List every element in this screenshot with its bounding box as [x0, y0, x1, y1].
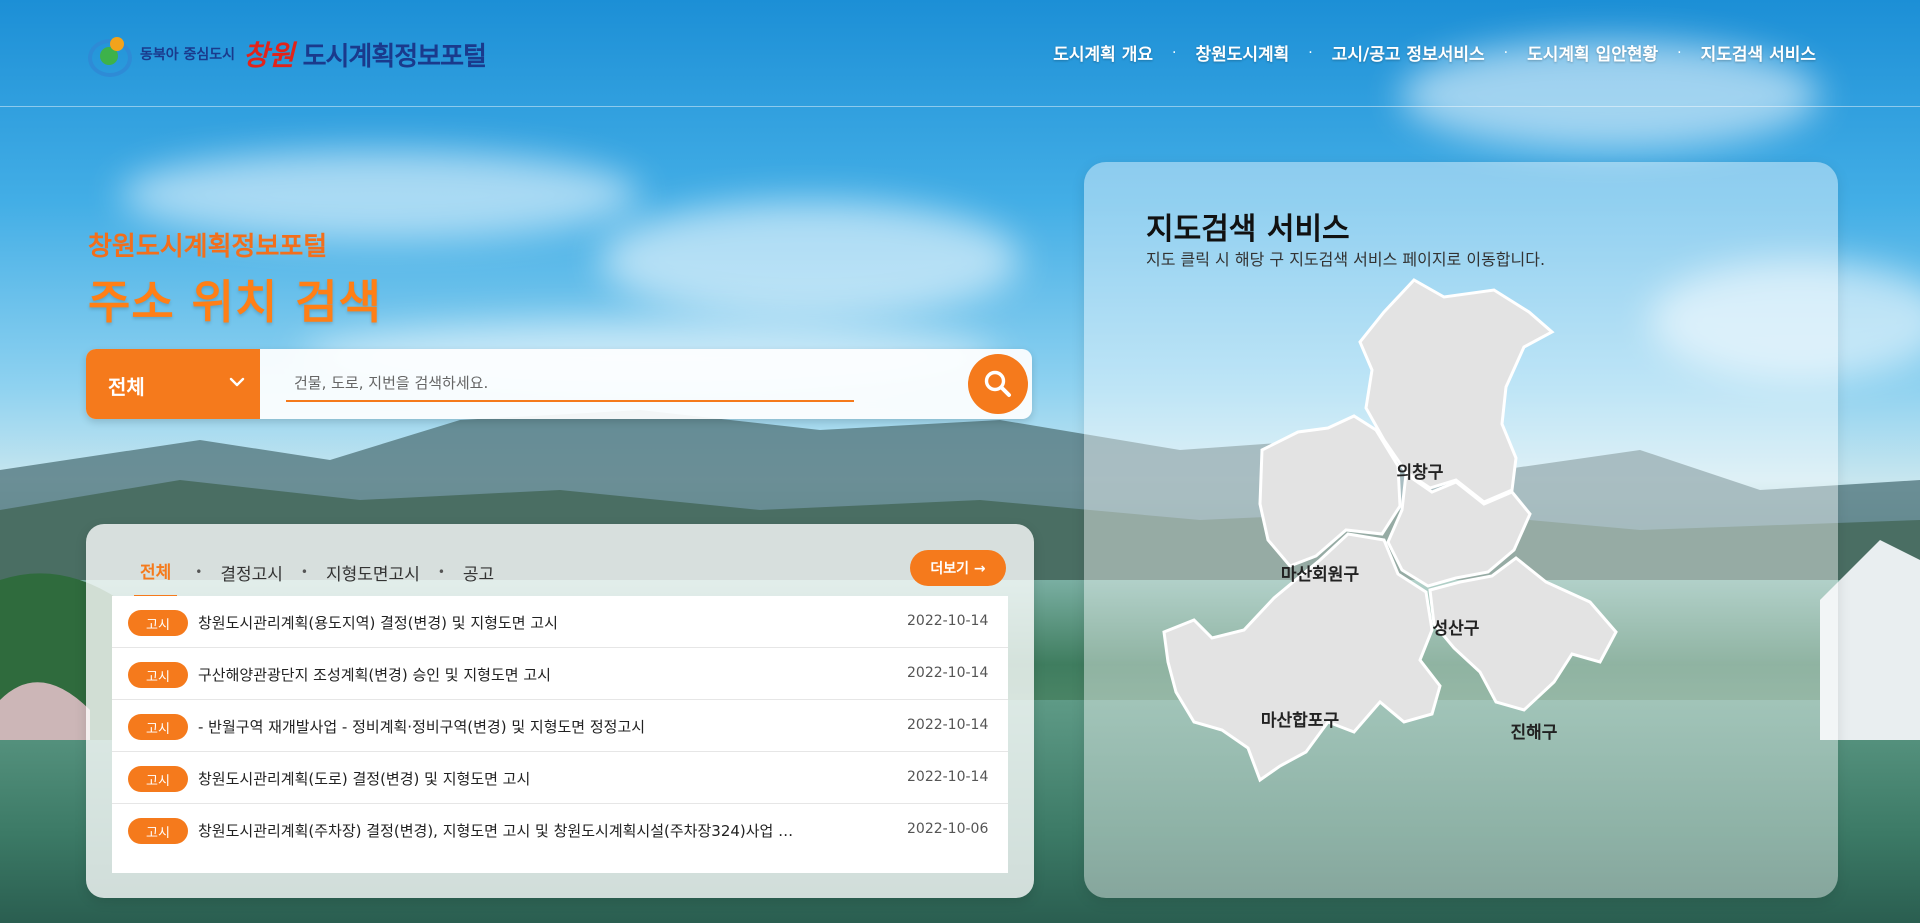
logo-brand: 창원	[243, 39, 295, 72]
notice-date: 2022-10-14	[907, 717, 989, 733]
search-icon	[984, 370, 1011, 397]
nav-item-proposal-status[interactable]: 도시계획 입안현황	[1527, 40, 1658, 65]
chevron-down-icon	[229, 377, 245, 387]
nav-separator: ·	[1172, 44, 1177, 61]
district-map: 의창구 마산회원구 성산구 마산합포구 진해구	[1162, 278, 1618, 783]
site-header: 동북아 중심도시 창원 도시계획정보포털 도시계획 개요 · 창원도시계획 · …	[0, 0, 1920, 107]
nav-separator: ·	[1308, 44, 1313, 61]
search-button[interactable]	[968, 354, 1028, 414]
nav-item-changwon-planning[interactable]: 창원도시계획	[1195, 40, 1289, 65]
nav-item-overview[interactable]: 도시계획 개요	[1053, 40, 1153, 65]
tab-announcement[interactable]: 공고	[463, 560, 494, 597]
district-label-uichang: 의창구	[1397, 463, 1444, 483]
notice-title: 창원도시관리계획(용도지역) 결정(변경) 및 지형도면 고시	[198, 614, 558, 632]
district-label-masan-hoewon: 마산회원구	[1281, 565, 1360, 585]
site-logo[interactable]: 동북아 중심도시 창원 도시계획정보포털	[88, 34, 487, 77]
hero-subtitle: 창원도시계획정보포털	[88, 232, 328, 262]
search-input[interactable]	[286, 366, 854, 402]
hero-title: 주소 위치 검색	[88, 275, 382, 329]
notice-date: 2022-10-14	[907, 769, 989, 785]
notice-badge: 고시	[128, 818, 188, 844]
notice-list: 고시 창원도시관리계획(용도지역) 결정(변경) 및 지형도면 고시 2022-…	[112, 596, 1008, 873]
notice-badge: 고시	[128, 662, 188, 688]
district-label-seongsan: 성산구	[1433, 619, 1480, 639]
notice-title: - 반월구역 재개발사업 - 정비계획·정비구역(변경) 및 지형도면 정정고시	[198, 718, 646, 736]
tab-separator: •	[300, 565, 308, 579]
nav-item-notices[interactable]: 고시/공고 정보서비스	[1332, 40, 1485, 65]
notice-date: 2022-10-14	[907, 665, 989, 681]
notice-row[interactable]: 고시 창원도시관리계획(주차장) 결정(변경), 지형도면 고시 및 창원도시계…	[112, 804, 1008, 855]
notice-date: 2022-10-06	[907, 821, 989, 837]
tab-separator: •	[195, 565, 203, 579]
notice-title: 창원도시관리계획(주차장) 결정(변경), 지형도면 고시 및 창원도시계획시설…	[198, 822, 794, 840]
notice-row[interactable]: 고시 창원도시관리계획(도로) 결정(변경) 및 지형도면 고시 2022-10…	[112, 752, 1008, 804]
tab-all[interactable]: 전체	[134, 558, 178, 598]
map-search-panel: 지도검색 서비스 지도 클릭 시 해당 구 지도검색 서비스 페이지로 이동합니…	[1084, 162, 1838, 898]
logo-subtitle: 동북아 중심도시	[140, 47, 236, 63]
main-nav: 도시계획 개요 · 창원도시계획 · 고시/공고 정보서비스 · 도시계획 입안…	[1053, 40, 1816, 66]
nav-separator: ·	[1677, 44, 1682, 61]
notice-row[interactable]: 고시 - 반월구역 재개발사업 - 정비계획·정비구역(변경) 및 지형도면 정…	[112, 700, 1008, 752]
notice-title: 창원도시관리계획(도로) 결정(변경) 및 지형도면 고시	[198, 770, 531, 788]
logo-title: 도시계획정보포털	[302, 41, 487, 72]
notice-tabs: 전체 • 결정고시 • 지형도면고시 • 공고	[134, 558, 494, 598]
tab-decision-notice[interactable]: 결정고시	[220, 560, 283, 597]
district-label-jinhae: 진해구	[1511, 723, 1558, 743]
notice-badge: 고시	[128, 766, 188, 792]
more-button[interactable]: 더보기 →	[910, 550, 1006, 586]
tab-topographic-notice[interactable]: 지형도면고시	[326, 560, 420, 597]
nav-separator: ·	[1503, 44, 1509, 61]
search-category-select[interactable]: 전체	[86, 349, 260, 419]
district-label-masan-happo: 마산합포구	[1261, 710, 1340, 731]
address-search-bar: 전체	[86, 349, 1032, 419]
notice-title: 구산해양관광단지 조성계획(변경) 승인 및 지형도면 고시	[198, 666, 551, 684]
notice-badge: 고시	[128, 610, 188, 636]
tab-separator: •	[437, 565, 445, 579]
nav-item-map-search[interactable]: 지도검색 서비스	[1701, 40, 1816, 65]
notice-date: 2022-10-14	[907, 613, 989, 629]
notice-panel: 전체 • 결정고시 • 지형도면고시 • 공고 더보기 → 고시 창원도시관리계…	[86, 524, 1034, 898]
notice-row[interactable]: 고시 구산해양관광단지 조성계획(변경) 승인 및 지형도면 고시 2022-1…	[112, 648, 1008, 700]
notice-row[interactable]: 고시 창원도시관리계획(용도지역) 결정(변경) 및 지형도면 고시 2022-…	[112, 596, 1008, 648]
logo-emblem-icon	[88, 35, 132, 77]
search-category-value: 전체	[108, 375, 145, 399]
notice-badge: 고시	[128, 714, 188, 740]
